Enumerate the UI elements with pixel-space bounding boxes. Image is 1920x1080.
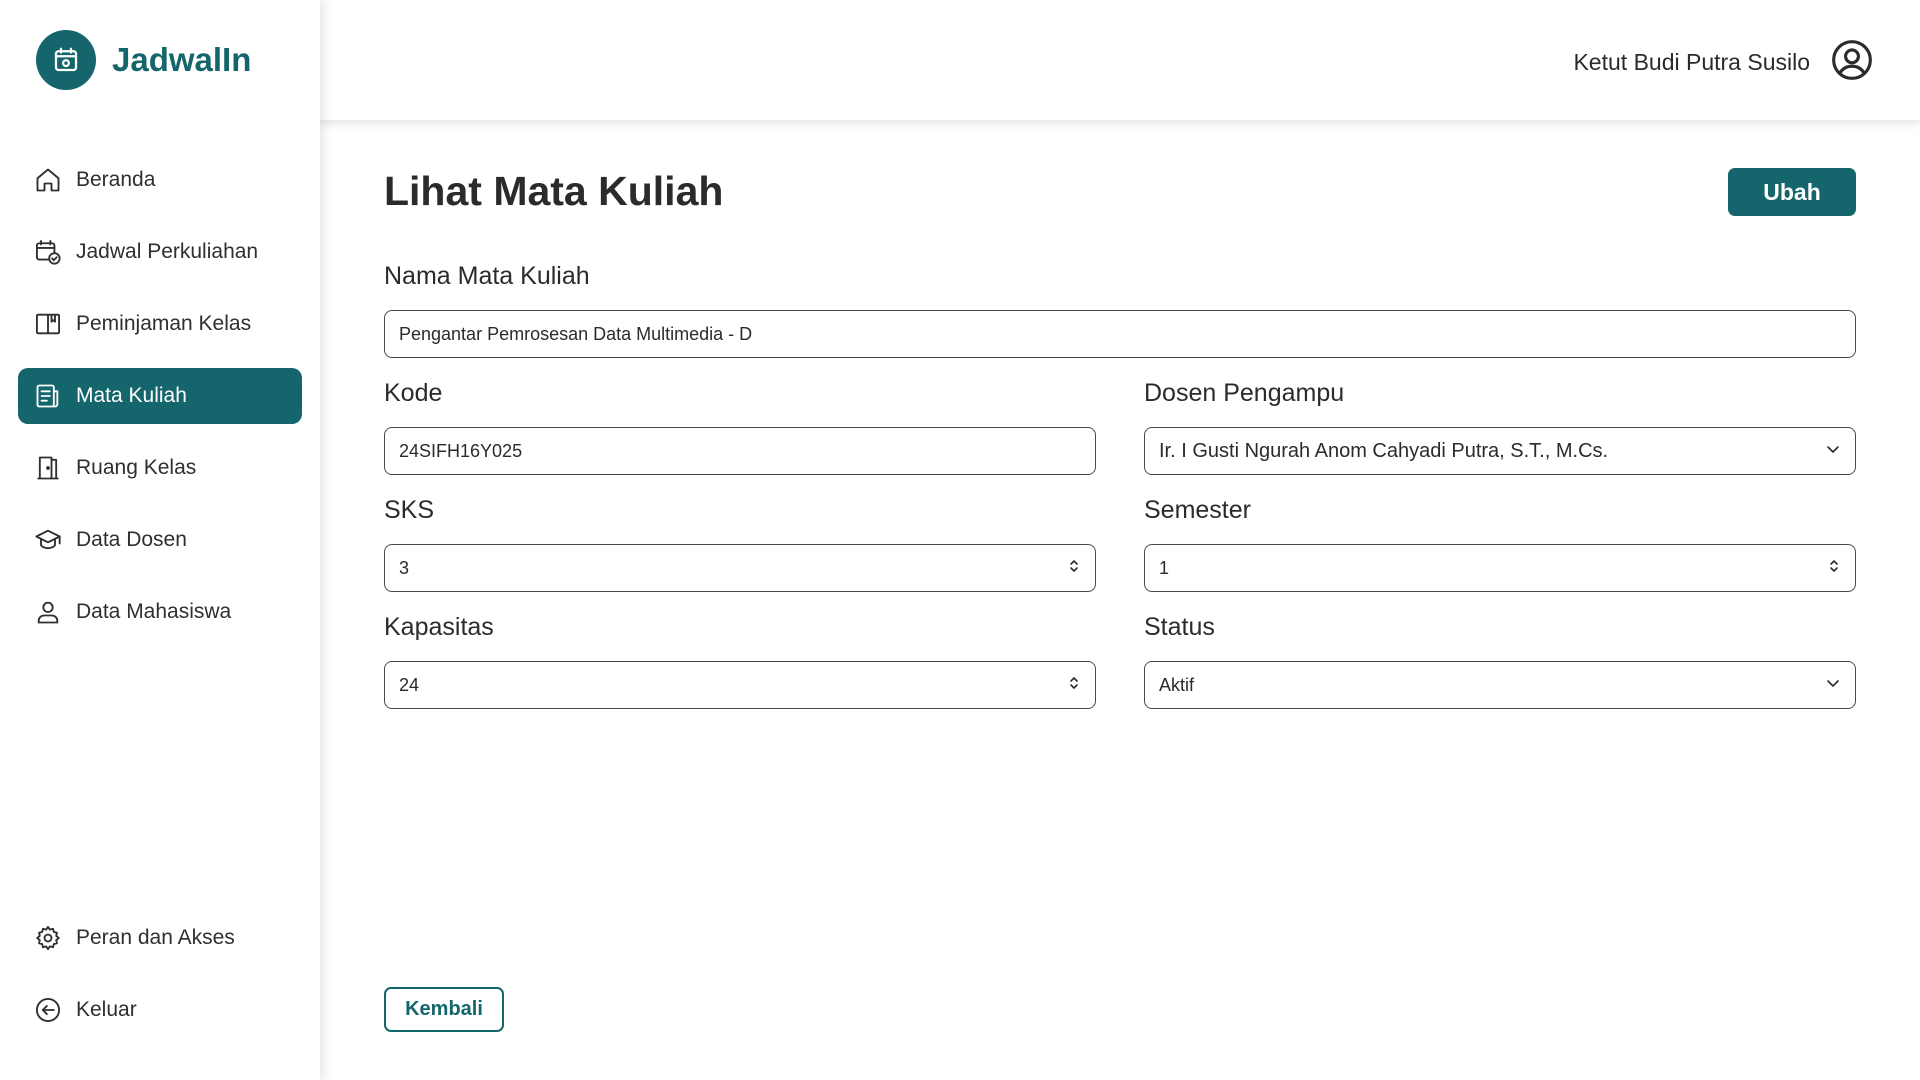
calendar-check-icon (34, 238, 62, 266)
field-semester: Semester 1 (1144, 496, 1856, 592)
sidebar-item-label: Mata Kuliah (76, 384, 187, 407)
sidebar-item-label: Peran dan Akses (76, 926, 235, 949)
sidebar-item-label: Peminjaman Kelas (76, 312, 252, 335)
sidebar-bottom-nav: Peran dan Akses Keluar (18, 910, 302, 1054)
sidebar-item-jadwal-perkuliahan[interactable]: Jadwal Perkuliahan (18, 224, 302, 280)
sidebar-item-data-dosen[interactable]: Data Dosen (18, 512, 302, 568)
dosen-pengampu-select[interactable]: Ir. I Gusti Ngurah Anom Cahyadi Putra, S… (1144, 427, 1856, 475)
sidebar-item-beranda[interactable]: Beranda (18, 152, 302, 208)
semester-stepper[interactable]: 1 (1144, 544, 1856, 592)
spinner-icon[interactable] (1827, 556, 1841, 581)
user-circle-icon[interactable] (1830, 38, 1874, 87)
sidebar-item-label: Beranda (76, 168, 156, 191)
home-icon (34, 166, 62, 194)
field-kode: Kode 24SIFH16Y025 (384, 379, 1096, 475)
chevron-down-icon (1825, 440, 1841, 463)
user-icon (34, 598, 62, 626)
spinner-icon[interactable] (1067, 673, 1081, 698)
chevron-down-icon (1825, 675, 1841, 696)
arrow-left-circle-icon (34, 996, 62, 1024)
field-label: Dosen Pengampu (1144, 379, 1345, 407)
sidebar-item-data-mahasiswa[interactable]: Data Mahasiswa (18, 584, 302, 640)
sidebar: JadwalIn Beranda Jadwal Perkuliahan Pemi… (0, 0, 320, 1080)
sidebar-item-label: Ruang Kelas (76, 456, 197, 479)
input-value: 1 (1159, 557, 1170, 578)
kapasitas-stepper[interactable]: 24 (384, 661, 1096, 709)
top-header: Ketut Budi Putra Susilo (320, 0, 1920, 120)
field-label: Kapasitas (384, 613, 494, 641)
app-name: JadwalIn (112, 41, 252, 78)
spinner-icon[interactable] (1067, 556, 1081, 581)
sidebar-nav: Beranda Jadwal Perkuliahan Peminjaman Ke… (18, 152, 302, 656)
field-label: SKS (384, 496, 435, 524)
user-name: Ketut Budi Putra Susilo (1573, 49, 1810, 75)
status-select[interactable]: Aktif (1144, 661, 1856, 709)
graduation-cap-icon (34, 526, 62, 554)
field-dosen-pengampu: Dosen Pengampu Ir. I Gusti Ngurah Anom C… (1144, 379, 1856, 475)
sidebar-item-label: Data Dosen (76, 528, 187, 551)
select-value: Aktif (1159, 674, 1195, 695)
sidebar-item-peminjaman-kelas[interactable]: Peminjaman Kelas (18, 296, 302, 352)
nama-mata-kuliah-input[interactable]: Pengantar Pemrosesan Data Multimedia - D (384, 310, 1856, 358)
sidebar-item-label: Keluar (76, 998, 137, 1021)
sidebar-item-mata-kuliah[interactable]: Mata Kuliah (18, 368, 302, 424)
edit-button[interactable]: Ubah (1728, 168, 1856, 216)
sks-stepper[interactable]: 3 (384, 544, 1096, 592)
select-value: Ir. I Gusti Ngurah Anom Cahyadi Putra, S… (1159, 439, 1609, 462)
input-value: 3 (399, 557, 410, 578)
field-nama-mata-kuliah: Nama Mata Kuliah Pengantar Pemrosesan Da… (384, 262, 1856, 358)
user-menu[interactable]: Ketut Budi Putra Susilo (1573, 38, 1874, 87)
field-label: Status (1144, 613, 1215, 641)
page-title: Lihat Mata Kuliah (384, 168, 724, 214)
door-icon (34, 454, 62, 482)
sidebar-item-keluar[interactable]: Keluar (18, 982, 302, 1038)
gear-icon (34, 924, 62, 952)
field-kapasitas: Kapasitas 24 (384, 613, 1096, 709)
field-label: Semester (1144, 496, 1251, 524)
field-status: Status Aktif (1144, 613, 1856, 709)
input-value: Pengantar Pemrosesan Data Multimedia - D (399, 323, 753, 344)
book-open-icon (34, 310, 62, 338)
sidebar-item-peran-dan-akses[interactable]: Peran dan Akses (18, 910, 302, 966)
input-value: 24 (399, 674, 420, 695)
field-sks: SKS 3 (384, 496, 1096, 592)
calendar-logo-icon (36, 30, 96, 90)
back-button[interactable]: Kembali (384, 987, 504, 1032)
input-value: 24SIFH16Y025 (399, 440, 523, 461)
document-list-icon (34, 382, 62, 410)
sidebar-item-ruang-kelas[interactable]: Ruang Kelas (18, 440, 302, 496)
sidebar-item-label: Data Mahasiswa (76, 600, 232, 623)
brand[interactable]: JadwalIn (36, 30, 251, 90)
sidebar-item-label: Jadwal Perkuliahan (76, 240, 259, 263)
field-label: Nama Mata Kuliah (384, 262, 590, 290)
field-label: Kode (384, 379, 443, 407)
kode-input[interactable]: 24SIFH16Y025 (384, 427, 1096, 475)
